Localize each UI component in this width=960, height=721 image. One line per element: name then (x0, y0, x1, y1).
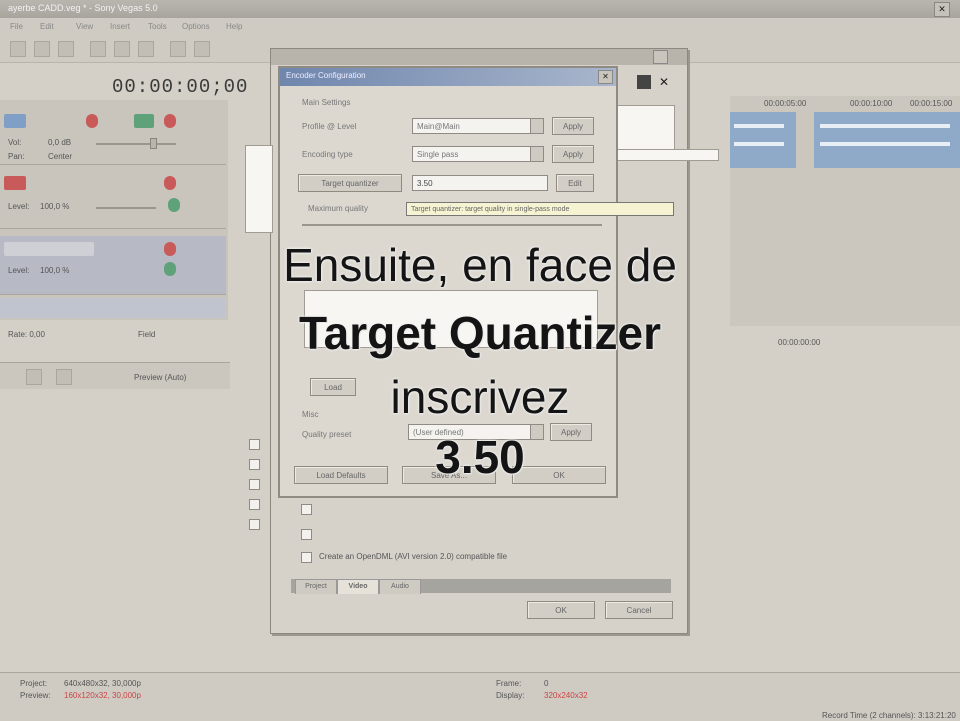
redo-icon[interactable] (194, 41, 210, 57)
help-icon[interactable] (653, 50, 668, 64)
mute-icon[interactable] (134, 114, 154, 128)
timeline-marker: 00:00:10:00 (850, 99, 893, 108)
profile-value: Main@Main (417, 122, 460, 131)
menu-bar: File Edit View Insert Tools Options Help (0, 18, 960, 36)
status-bar: Project: 640x480x32, 30,000p Preview: 16… (0, 672, 960, 721)
menu-insert[interactable]: Insert (110, 22, 130, 31)
level-slider[interactable] (96, 207, 156, 209)
encoding-type-value: Single pass (417, 150, 459, 159)
option-checkbox[interactable] (301, 504, 312, 515)
target-quantizer-button[interactable]: Target quantizer (298, 174, 402, 192)
audio-track-icon (4, 114, 26, 128)
menu-help[interactable]: Help (226, 22, 242, 31)
level-value: 100,0 % (40, 202, 70, 211)
option-checkbox[interactable] (249, 499, 260, 510)
tab-strip: Project Video Audio (291, 579, 671, 594)
menu-edit[interactable]: Edit (40, 22, 54, 31)
track-audio-1[interactable]: Vol: 0,0 dB Pan: Center (0, 106, 226, 165)
copy-icon[interactable] (114, 41, 130, 57)
subtitle-line-1: Ensuite, en face de (283, 239, 677, 291)
subtitle-line-2: Target Quantizer (298, 307, 662, 359)
main-settings-label: Main Settings (302, 98, 351, 107)
app-title: ayerbe CADD.veg * - Sony Vegas 5.0 (8, 3, 158, 13)
solo-icon[interactable] (164, 114, 176, 128)
track-video-1[interactable]: Level: 100,0 % (0, 170, 226, 229)
open-icon[interactable] (34, 41, 50, 57)
template-list[interactable] (245, 145, 273, 233)
quantizer-edit-button[interactable]: Edit (556, 174, 594, 192)
chevron-down-icon[interactable] (530, 119, 543, 133)
profile-apply-button[interactable]: Apply (552, 117, 594, 135)
close-icon[interactable]: ✕ (659, 75, 669, 89)
quality-slider[interactable] (302, 224, 602, 226)
ok-button[interactable]: OK (527, 601, 595, 619)
display-label: Display: (496, 691, 525, 700)
menu-file[interactable]: File (10, 22, 23, 31)
pan-label: Pan: (8, 152, 25, 161)
encoding-type-select[interactable]: Single pass (412, 146, 544, 162)
waveform (734, 124, 784, 128)
audio-clip[interactable] (814, 112, 960, 168)
menu-options[interactable]: Options (182, 22, 210, 31)
new-icon[interactable] (10, 41, 26, 57)
project-value: 640x480x32, 30,000p (64, 679, 141, 688)
level-label: Level: (8, 202, 30, 211)
vol-slider[interactable] (96, 143, 176, 145)
subtitle-line-3: inscrivez (390, 371, 570, 423)
video-track-icon (4, 176, 26, 190)
opendml-checkbox[interactable] (301, 552, 312, 563)
vol-slider-knob[interactable] (150, 138, 157, 149)
record-time: Record Time (2 channels): 3:13:21:20 (822, 711, 956, 720)
tab-audio[interactable]: Audio (379, 579, 421, 594)
frame-value: 0 (544, 679, 549, 688)
timeline-marker: 00:00:05:00 (764, 99, 807, 108)
dialog-titlebar: Encoder Configuration ✕ (280, 68, 616, 86)
tab-project[interactable]: Project (295, 579, 337, 594)
tooltip: Target quantizer: target quality in sing… (406, 202, 674, 216)
tab-video[interactable]: Video (337, 579, 379, 594)
save-icon[interactable] (637, 75, 651, 89)
menu-tools[interactable]: Tools (148, 22, 167, 31)
record-icon[interactable] (164, 176, 176, 190)
preview-value: 160x120x32, 30,000p (64, 691, 141, 700)
record-icon[interactable] (86, 114, 98, 128)
audio-clip[interactable] (730, 112, 796, 168)
render-window-titlebar (271, 49, 687, 65)
vol-label: Vol: (8, 138, 22, 147)
cut-icon[interactable] (90, 41, 106, 57)
vol-value: 0,0 dB (48, 138, 72, 147)
pan-value: Center (48, 152, 73, 161)
encoding-apply-button[interactable]: Apply (552, 145, 594, 163)
target-quantizer-field[interactable]: 3.50 (412, 175, 548, 191)
fx-icon[interactable] (168, 198, 180, 212)
waveform (820, 124, 950, 128)
waveform (820, 142, 950, 146)
timecode-display: 00:00:00;00 (112, 76, 249, 98)
opendml-label: Create an OpenDML (AVI version 2.0) comp… (319, 552, 508, 561)
subtitle-line-4: 3.50 (435, 431, 525, 483)
profile-select[interactable]: Main@Main (412, 118, 544, 134)
max-quality-label: Maximum quality (308, 204, 369, 213)
preview-label: Preview: (20, 691, 51, 700)
app-titlebar: ayerbe CADD.veg * - Sony Vegas 5.0 ✕ (0, 0, 960, 18)
frame-label: Frame: (496, 679, 522, 688)
close-icon[interactable]: ✕ (934, 2, 950, 17)
save-icon[interactable] (58, 41, 74, 57)
display-value: 320x240x32 (544, 691, 588, 700)
paste-icon[interactable] (138, 41, 154, 57)
cancel-button[interactable]: Cancel (605, 601, 673, 619)
profile-label: Profile @ Level (302, 122, 357, 131)
encoding-type-label: Encoding type (302, 150, 353, 159)
option-checkbox[interactable] (301, 529, 312, 540)
undo-icon[interactable] (170, 41, 186, 57)
timeline-marker: 00:00:15:00 (910, 99, 953, 108)
description-box (617, 149, 719, 161)
close-icon[interactable]: ✕ (598, 70, 613, 84)
waveform (734, 142, 784, 146)
project-label: Project: (20, 679, 48, 688)
chevron-down-icon[interactable] (530, 147, 543, 161)
option-checkbox[interactable] (249, 519, 260, 530)
dialog-title: Encoder Configuration (286, 71, 366, 80)
menu-view[interactable]: View (76, 22, 93, 31)
